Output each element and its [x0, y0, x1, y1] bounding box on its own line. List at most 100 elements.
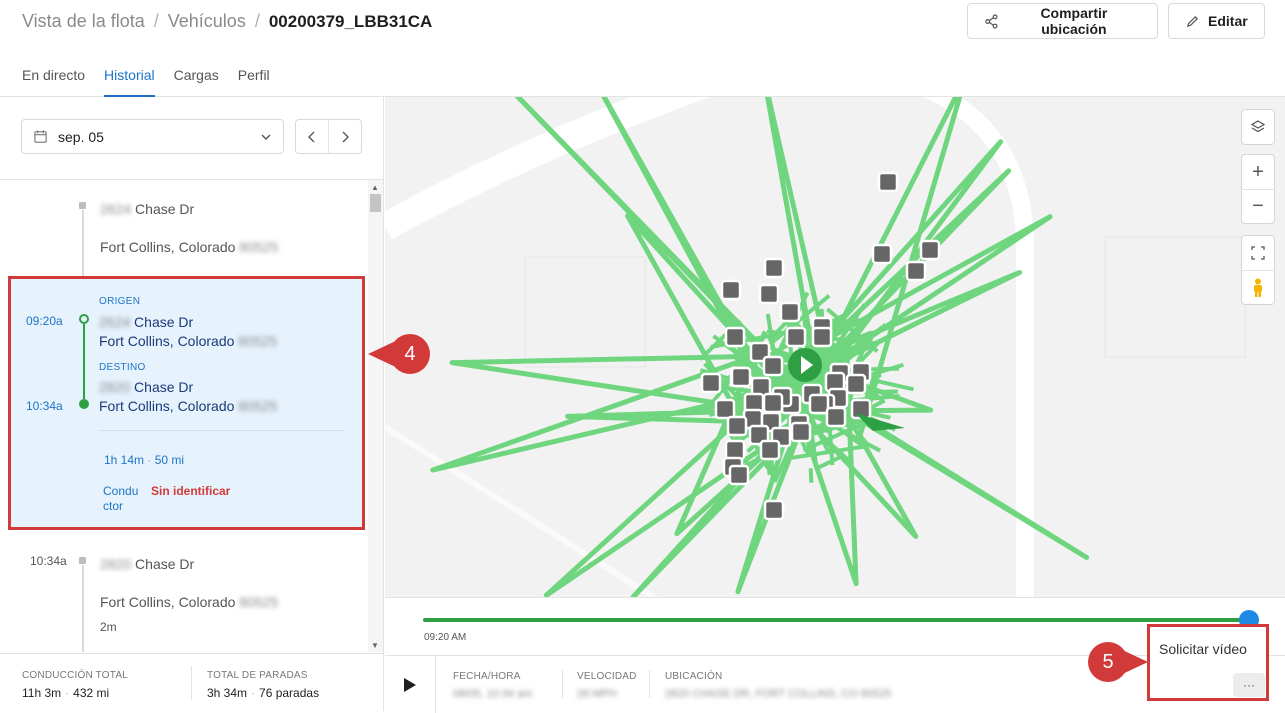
date-value: sep. 05	[58, 128, 104, 145]
callout-4: 4	[390, 334, 430, 374]
total-driving-label: CONDUCCIÓN TOTAL	[22, 670, 128, 681]
stop-marker[interactable]	[779, 301, 801, 323]
origin-street: 2624 Chase Dr	[99, 314, 194, 330]
date-selector[interactable]: sep. 05	[21, 119, 284, 154]
play-icon	[404, 677, 416, 692]
tab-live[interactable]: En directo	[22, 67, 85, 97]
stop-marker[interactable]	[724, 326, 746, 348]
driver-label: Conductor	[103, 484, 139, 513]
page-header: Vista de la flota / Vehículos/00200379_LBB…	[0, 0, 1285, 97]
trip-end-time: 10:34a	[26, 399, 63, 413]
next-day-button[interactable]	[328, 120, 361, 153]
timeline-line	[82, 210, 84, 276]
stop-time: 10:34a	[30, 554, 67, 568]
driver-value: Sin identificar	[151, 484, 231, 498]
stop-marker[interactable]	[724, 439, 746, 461]
total-stops-value: 3h 34m · 76 paradas	[207, 686, 320, 700]
page-title: 00200379_LBB31CA	[268, 12, 433, 31]
stop-marker[interactable]	[730, 366, 752, 388]
stop-marker[interactable]	[700, 372, 722, 394]
timeline-track[interactable]	[423, 618, 1249, 622]
pencil-icon	[1186, 15, 1199, 27]
stop-marker[interactable]	[790, 421, 812, 443]
total-stops-label: TOTAL DE PARADAS	[207, 670, 308, 681]
stop-marker[interactable]	[720, 279, 742, 301]
tab-profile[interactable]: Perfil	[238, 67, 270, 97]
timeline-line	[82, 565, 84, 652]
stop-marker[interactable]	[763, 499, 785, 521]
pegman-icon[interactable]	[1241, 270, 1275, 304]
stop-city: Fort Collins, Colorado 80525	[100, 594, 279, 610]
breadcrumb: Vista de la flota / Vehículos/00200379_LBB…	[22, 11, 433, 31]
stop-duration: 2m	[100, 620, 117, 634]
trip-line	[83, 324, 85, 399]
breadcrumb-vehicles[interactable]: Vehículos	[168, 11, 246, 31]
speed-value: 28 MPH	[577, 688, 617, 700]
stop-street: 2820 Chase Dr	[100, 556, 195, 572]
stop-marker[interactable]	[762, 392, 784, 414]
location-label: UBICACIÓN	[665, 671, 723, 682]
stop-marker[interactable]	[871, 243, 893, 265]
destination-marker	[79, 399, 89, 409]
trip-list-scrollbar[interactable]: ▲ ▼	[368, 180, 383, 652]
stop-marker[interactable]	[825, 406, 847, 428]
stop-marker	[79, 202, 86, 209]
origin-city: Fort Collins, Colorado 80525	[99, 333, 278, 349]
more-options-button[interactable]: ···	[1233, 673, 1265, 697]
zoom-control: + −	[1241, 154, 1275, 224]
destination-label: DESTINO	[99, 362, 146, 373]
trip-duration-distance: 1h 14m · 50 mi	[104, 453, 185, 467]
edit-label: Editar	[1208, 13, 1248, 29]
share-location-button[interactable]: Compartir ubicación	[967, 3, 1158, 39]
tab-bar: En directo Historial Cargas Perfil	[22, 67, 270, 97]
stop-marker[interactable]	[877, 171, 899, 193]
chevron-down-icon	[261, 134, 271, 140]
trip-start-time: 09:20a	[26, 314, 63, 328]
selected-trip-card[interactable]: ORIGEN 09:20a 2624 Chase Dr Fort Collins…	[8, 276, 365, 530]
route-segment	[808, 468, 814, 483]
stop-marker[interactable]	[785, 326, 807, 348]
location-value: 2820 CHASE DR, FORT COLLINS, CO 80525	[665, 688, 892, 700]
origin-marker	[79, 314, 89, 324]
stop-marker[interactable]	[905, 260, 927, 282]
stop-marker[interactable]	[808, 393, 830, 415]
stop-marker[interactable]	[762, 355, 784, 377]
route-map[interactable]: + −	[385, 97, 1285, 597]
zoom-in-icon[interactable]: +	[1241, 155, 1275, 189]
datetime-value: 08/05, 10:34 am	[453, 688, 533, 700]
stop-marker[interactable]	[811, 326, 833, 348]
stop-marker[interactable]	[759, 439, 781, 461]
summary-stats: CONDUCCIÓN TOTAL 11h 3m · 432 mi TOTAL DE …	[0, 653, 384, 711]
tab-loads[interactable]: Cargas	[174, 67, 219, 97]
request-video-menu: Solicitar vídeo ···	[1147, 624, 1269, 701]
trip-list: 2624 Chase Dr Fort Collins, Colorado 805…	[0, 179, 384, 652]
timeline-start-time: 09:20 AM	[424, 632, 467, 643]
stop-marker[interactable]	[728, 464, 750, 486]
stop-marker[interactable]	[726, 415, 748, 437]
stop-street: 2624 Chase Dr	[100, 201, 195, 217]
request-video-option[interactable]: Solicitar vídeo	[1159, 641, 1247, 657]
breadcrumb-fleet-view[interactable]: Vista de la flota	[22, 11, 145, 31]
chevron-left-icon	[308, 131, 315, 142]
destination-city: Fort Collins, Colorado 80525	[99, 398, 278, 414]
date-nav	[295, 119, 362, 154]
stop-marker[interactable]	[845, 373, 867, 395]
play-button[interactable]	[385, 656, 436, 713]
route-segment	[814, 455, 841, 471]
datetime-label: FECHA/HORA	[453, 671, 521, 682]
stop-marker[interactable]	[758, 283, 780, 305]
stop-marker[interactable]	[919, 239, 941, 261]
edit-button[interactable]: Editar	[1168, 3, 1265, 39]
stop-marker[interactable]	[714, 398, 736, 420]
speed-label: VELOCIDAD	[577, 671, 637, 682]
total-driving-value: 11h 3m · 432 mi	[22, 686, 110, 700]
layers-button[interactable]	[1241, 110, 1275, 144]
stop-marker[interactable]	[763, 257, 785, 279]
share-location-label: Compartir ubicación	[1040, 5, 1108, 37]
history-sidebar: sep. 05 2624 Chase Dr Fort Collins, Colo…	[0, 97, 384, 711]
layers-control[interactable]	[1241, 109, 1275, 145]
tab-history[interactable]: Historial	[104, 67, 155, 97]
previous-day-button[interactable]	[296, 120, 328, 153]
zoom-out-icon[interactable]: −	[1241, 189, 1275, 223]
fullscreen-icon[interactable]	[1241, 236, 1275, 270]
